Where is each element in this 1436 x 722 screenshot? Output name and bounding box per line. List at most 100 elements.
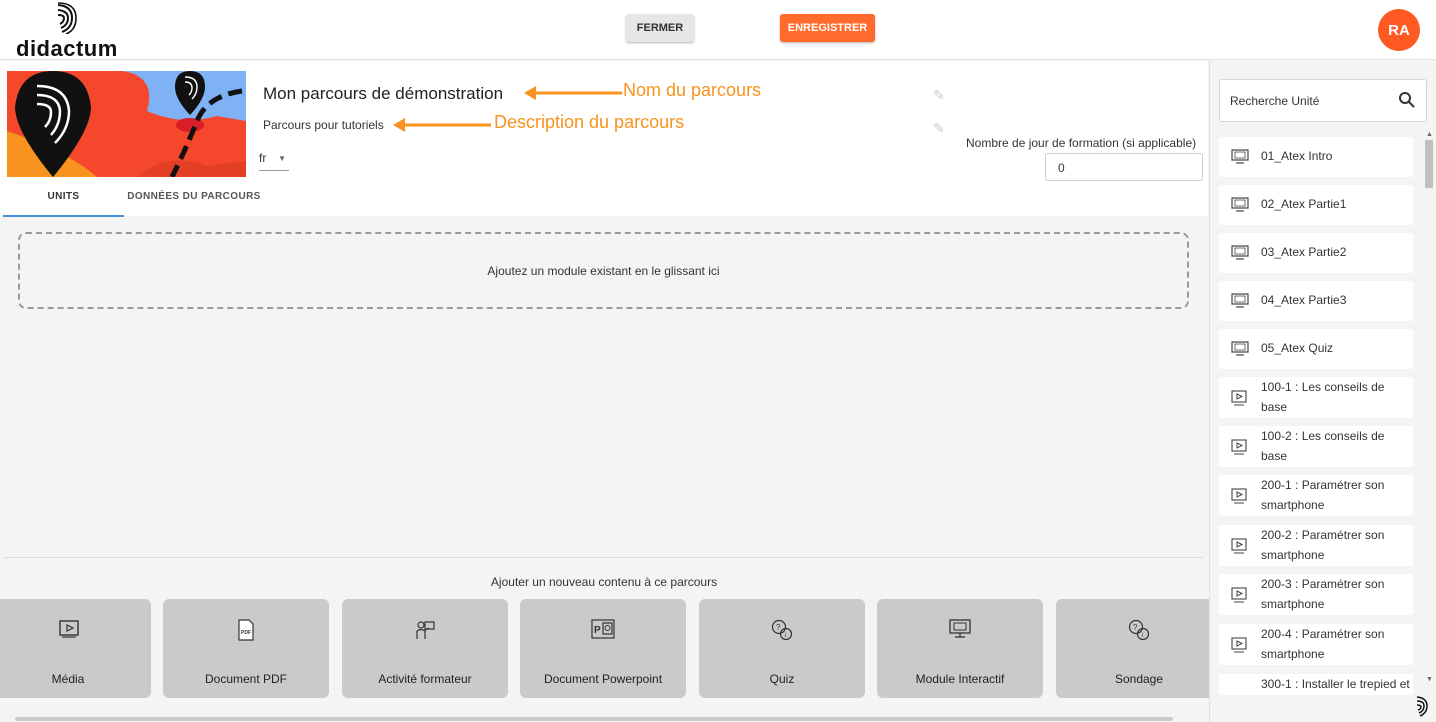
annotation-arrow-description — [393, 118, 491, 132]
trainer-icon — [416, 621, 435, 639]
annotation-arrow-name — [524, 86, 622, 100]
training-days-input[interactable]: 0 — [1045, 153, 1203, 181]
list-item[interactable]: 200-3 : Paramétrer son smartphone — [1219, 574, 1413, 615]
drop-zone-text: Ajoutez un module existant en le glissan… — [487, 263, 720, 278]
module-drop-zone[interactable]: Ajoutez un module existant en le glissan… — [18, 232, 1189, 309]
play-icon — [1231, 587, 1247, 603]
unit-label: 200-3 : Paramétrer son — [1261, 577, 1385, 591]
logo-text: didactum — [16, 36, 118, 61]
add-content-title: Ajouter un nouveau contenu à ce parcours — [490, 575, 718, 589]
unit-label-line2: base — [1261, 449, 1288, 463]
course-description[interactable]: Parcours pour tutoriels — [263, 118, 384, 132]
edit-title-pencil-icon[interactable]: ✎ — [933, 87, 945, 104]
course-title[interactable]: Mon parcours de démonstration — [263, 84, 503, 104]
close-button[interactable]: FERMER — [626, 14, 694, 42]
course-cover-image[interactable] — [7, 71, 246, 177]
scroll-down-arrow-icon[interactable]: ▼ — [1426, 676, 1433, 683]
play-icon — [1231, 390, 1247, 406]
list-item[interactable]: 200-1 : Paramétrer son smartphone — [1219, 475, 1413, 516]
play-icon — [1231, 439, 1247, 455]
annotation-description: Description du parcours — [494, 112, 685, 132]
unit-label-line2: smartphone — [1261, 498, 1325, 512]
caret-down-icon: ▼ — [278, 154, 286, 163]
list-item[interactable]: 01_Atex Intro — [1219, 137, 1413, 177]
save-button[interactable]: ENREGISTRER — [780, 14, 875, 42]
tile-powerpoint-label: Document Powerpoint — [543, 672, 663, 686]
unit-search-input[interactable]: Recherche Unité — [1219, 79, 1427, 122]
unit-label-line2: smartphone — [1261, 597, 1325, 611]
list-item[interactable]: 04_Atex Partie3 — [1219, 281, 1413, 321]
tile-quiz-label: Quiz — [769, 672, 795, 686]
tile-survey-label: Sondage — [1114, 672, 1164, 686]
monitor-icon — [1231, 293, 1249, 308]
svg-text:i: i — [1142, 633, 1143, 639]
didactum-logo[interactable]: didactum — [14, 2, 124, 61]
annotation-name: Nom du parcours — [623, 80, 762, 100]
unit-label-line2: smartphone — [1261, 548, 1325, 562]
quiz-icon: ? i — [771, 619, 793, 641]
monitor-icon — [1231, 245, 1249, 260]
play-icon — [1231, 637, 1247, 653]
tile-trainer-activity[interactable]: Activité formateur — [342, 599, 508, 698]
svg-text:?: ? — [1133, 623, 1138, 632]
pdf-icon: PDF — [238, 619, 254, 641]
tab-units[interactable]: UNITS — [3, 191, 124, 217]
svg-text:?: ? — [776, 623, 781, 632]
unit-label: 100-1 : Les conseils de — [1261, 380, 1385, 394]
scroll-up-arrow-icon[interactable]: ▲ — [1426, 131, 1433, 138]
play-icon — [1231, 538, 1247, 554]
tile-trainer-activity-label: Activité formateur — [378, 672, 472, 686]
course-header-panel: Mon parcours de démonstration Parcours p… — [0, 61, 1208, 217]
language-select[interactable]: fr ▼ — [259, 151, 289, 171]
tile-interactive-module-label: Module Interactif — [915, 672, 1005, 686]
monitor-icon — [1231, 197, 1249, 212]
search-placeholder: Recherche Unité — [1230, 94, 1320, 108]
monitor-icon — [1231, 341, 1249, 356]
unit-label: 01_Atex Intro — [1261, 149, 1333, 163]
monitor-icon — [949, 619, 971, 638]
fingerprint-icon — [1416, 696, 1428, 717]
search-icon[interactable] — [1398, 91, 1416, 109]
tile-media[interactable]: Média — [0, 599, 151, 698]
tile-interactive-module[interactable]: Module Interactif — [877, 599, 1043, 698]
edit-description-pencil-icon[interactable]: ✎ — [933, 120, 945, 137]
list-item[interactable]: 200-4 : Paramétrer son smartphone — [1219, 624, 1413, 665]
horizontal-scrollbar[interactable] — [15, 717, 1173, 721]
tile-survey[interactable]: ? i Sondage — [1056, 599, 1222, 698]
unit-label-line2: smartphone — [1261, 647, 1325, 661]
app-header: didactum FERMER ENREGISTRER RA — [0, 0, 1436, 61]
powerpoint-icon: P — [591, 619, 615, 639]
tile-powerpoint[interactable]: P Document Powerpoint — [520, 599, 686, 698]
tile-pdf-label: Document PDF — [204, 672, 288, 686]
play-icon — [59, 620, 79, 638]
avatar[interactable]: RA — [1378, 9, 1420, 51]
unit-label: 05_Atex Quiz — [1261, 341, 1334, 355]
unit-label: 200-1 : Paramétrer son — [1261, 478, 1385, 492]
list-item[interactable]: 03_Atex Partie2 — [1219, 233, 1413, 273]
monitor-icon — [1231, 149, 1249, 164]
unit-label: 200-2 : Paramétrer son — [1261, 528, 1385, 542]
tile-media-label: Média — [51, 672, 85, 686]
tab-course-data[interactable]: DONNÉES DU PARCOURS — [124, 191, 264, 217]
svg-text:i: i — [785, 633, 786, 639]
unit-label: 300-1 : Installer le trepied et — [1261, 677, 1410, 691]
list-item[interactable]: 200-2 : Paramétrer son smartphone — [1219, 525, 1413, 566]
svg-text:P: P — [594, 625, 601, 636]
list-item[interactable]: 100-2 : Les conseils de base — [1219, 426, 1413, 467]
list-item[interactable]: 02_Atex Partie1 — [1219, 185, 1413, 225]
list-item[interactable]: 100-1 : Les conseils de base — [1219, 377, 1413, 418]
training-days-label: Nombre de jour de formation (si applicab… — [966, 136, 1197, 150]
unit-label: 04_Atex Partie3 — [1261, 293, 1347, 307]
divider — [3, 557, 1203, 558]
list-item[interactable]: 05_Atex Quiz — [1219, 329, 1413, 369]
tile-pdf[interactable]: PDF Document PDF — [163, 599, 329, 698]
unit-label: 100-2 : Les conseils de — [1261, 429, 1385, 443]
survey-icon: ? i — [1128, 619, 1150, 641]
language-value: fr — [259, 151, 267, 165]
tile-quiz[interactable]: ? i Quiz — [699, 599, 865, 698]
list-item[interactable]: 300-1 : Installer le trepied et — [1219, 674, 1413, 695]
unit-label: 200-4 : Paramétrer son — [1261, 627, 1385, 641]
vertical-scrollbar-thumb[interactable] — [1425, 140, 1433, 188]
play-icon — [1231, 488, 1247, 504]
unit-label: 02_Atex Partie1 — [1261, 197, 1347, 211]
